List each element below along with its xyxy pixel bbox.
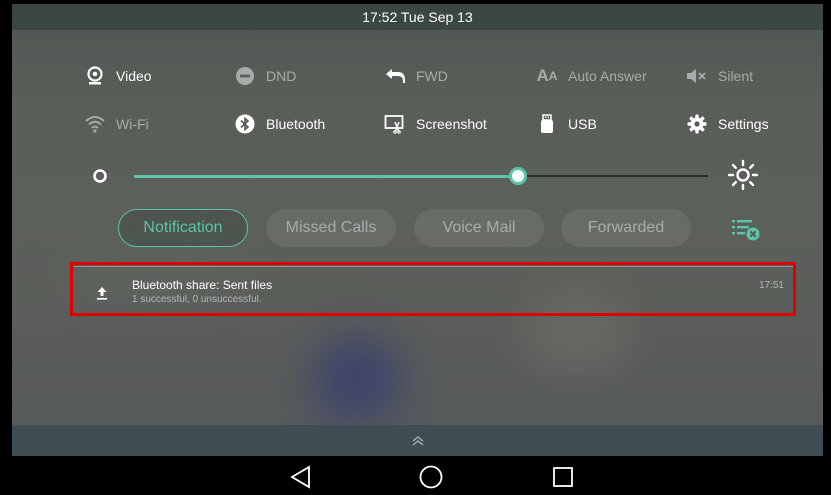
navigation-bar	[2, 456, 829, 493]
toggle-label: Video	[116, 68, 152, 84]
toggle-label: USB	[568, 116, 597, 132]
wifi-icon	[84, 113, 106, 135]
toggle-bluetooth[interactable]: Bluetooth	[234, 112, 325, 136]
auto-answer-icon: AA	[536, 66, 558, 85]
bluetooth-icon	[234, 113, 256, 135]
toggle-label: Silent	[718, 68, 754, 84]
toggle-label: Bluetooth	[266, 116, 326, 132]
clear-all-icon[interactable]	[732, 217, 760, 246]
toggle-silent[interactable]: Silent	[686, 64, 753, 88]
recents-button[interactable]	[550, 464, 576, 490]
usb-icon	[536, 113, 558, 135]
status-bar: 17:52 Tue Sep 13	[12, 4, 823, 30]
tab-forwarded[interactable]: Forwarded	[561, 209, 691, 247]
notification-panel: 17:52 Tue Sep 13 Video DND FWD AA Auto A…	[12, 4, 823, 456]
forward-icon	[384, 65, 406, 87]
back-button[interactable]	[288, 464, 314, 490]
tab-missed-calls[interactable]: Missed Calls	[266, 209, 396, 247]
toggle-label: Screenshot	[416, 116, 487, 132]
toggle-fwd[interactable]: FWD	[384, 64, 448, 88]
panel-handle[interactable]	[12, 425, 823, 456]
chevron-up-icon	[412, 434, 424, 452]
toggle-dnd[interactable]: DND	[234, 64, 296, 88]
toggle-auto-answer[interactable]: AA Auto Answer	[536, 64, 647, 88]
silent-icon	[686, 65, 708, 87]
dnd-icon	[234, 65, 256, 87]
toggle-label: Auto Answer	[568, 68, 647, 84]
toggle-label: FWD	[416, 68, 448, 84]
gear-icon	[686, 113, 708, 135]
toggle-wifi[interactable]: Wi-Fi	[84, 112, 149, 136]
brightness-track-filled	[134, 175, 518, 178]
device-frame: 17:52 Tue Sep 13 Video DND FWD AA Auto A…	[0, 0, 831, 495]
brightness-slider[interactable]	[12, 154, 823, 194]
video-camera-icon	[84, 65, 106, 87]
toggle-settings[interactable]: Settings	[686, 112, 769, 136]
toggle-label: DND	[266, 68, 297, 84]
tab-voice-mail[interactable]: Voice Mail	[414, 209, 544, 247]
toggle-screenshot[interactable]: Screenshot	[384, 112, 487, 136]
brightness-thumb[interactable]	[509, 167, 527, 185]
tab-notification[interactable]: Notification	[118, 209, 248, 247]
toggle-label: Settings	[718, 116, 769, 132]
highlight-box	[70, 262, 796, 316]
home-button[interactable]	[418, 464, 444, 490]
brightness-track	[518, 175, 708, 177]
status-time: 17:52 Tue Sep 13	[362, 9, 473, 25]
toggle-label: Wi-Fi	[116, 116, 149, 132]
toggle-usb[interactable]: USB	[536, 112, 597, 136]
toggle-video[interactable]: Video	[84, 64, 152, 88]
wallpaper-blob	[312, 334, 402, 424]
brightness-low-icon	[92, 168, 108, 189]
brightness-high-icon	[726, 158, 760, 197]
screenshot-icon	[384, 113, 406, 135]
